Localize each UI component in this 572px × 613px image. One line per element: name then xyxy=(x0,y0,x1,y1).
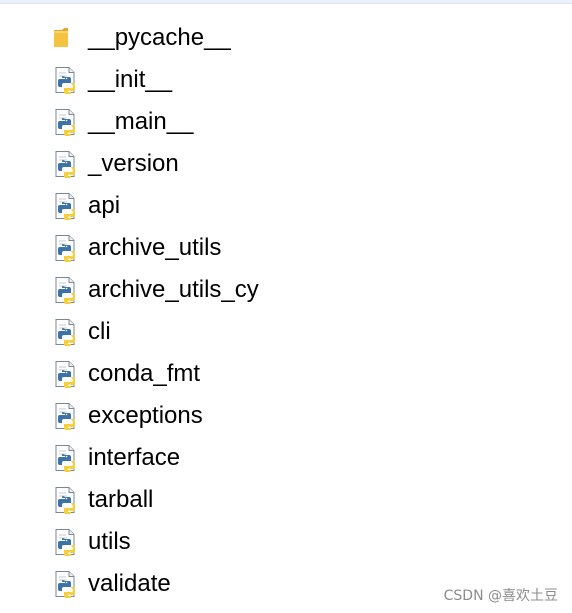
file-item-api[interactable]: api xyxy=(0,185,572,227)
python-file-icon xyxy=(52,234,80,262)
file-name-label: _version xyxy=(88,150,179,177)
file-name-label: interface xyxy=(88,444,181,471)
folder-icon xyxy=(52,24,80,52)
file-name-label: validate xyxy=(88,570,171,597)
file-name-label: archive_utils_cy xyxy=(88,276,259,303)
file-item-utils[interactable]: utils xyxy=(0,521,572,563)
file-item-pycache[interactable]: __pycache__ xyxy=(0,17,572,59)
watermark: CSDN @喜欢土豆 xyxy=(443,588,558,604)
file-item-version[interactable]: _version xyxy=(0,143,572,185)
file-name-label: __init__ xyxy=(88,66,173,93)
file-name-label: exceptions xyxy=(88,402,203,429)
python-file-icon xyxy=(52,150,80,178)
python-file-icon xyxy=(52,444,80,472)
file-name-label: __main__ xyxy=(88,108,194,135)
python-file-icon xyxy=(52,192,80,220)
file-item-cli[interactable]: cli xyxy=(0,311,572,353)
python-file-icon xyxy=(52,528,80,556)
file-name-label: utils xyxy=(88,528,131,555)
file-item-archive-utils-cy[interactable]: archive_utils_cy xyxy=(0,269,572,311)
file-item-archive-utils[interactable]: archive_utils xyxy=(0,227,572,269)
python-file-icon xyxy=(52,276,80,304)
python-file-icon xyxy=(52,318,80,346)
file-name-label: tarball xyxy=(88,486,154,513)
file-item-init[interactable]: __init__ xyxy=(0,59,572,101)
file-name-label: cli xyxy=(88,318,111,345)
python-file-icon xyxy=(52,66,80,94)
file-list: __pycache__ __init__ __main__ _versionapi ar… xyxy=(0,17,572,605)
file-item-tarball[interactable]: tarball xyxy=(0,479,572,521)
file-item-conda-fmt[interactable]: conda_fmt xyxy=(0,353,572,395)
file-item-interface[interactable]: interface xyxy=(0,437,572,479)
file-item-main[interactable]: __main__ xyxy=(0,101,572,143)
window-top-border xyxy=(0,0,572,4)
python-file-icon xyxy=(52,360,80,388)
python-file-icon xyxy=(52,402,80,430)
file-name-label: conda_fmt xyxy=(88,360,201,387)
file-name-label: archive_utils xyxy=(88,234,222,261)
file-name-label: api xyxy=(88,192,121,219)
python-file-icon xyxy=(52,108,80,136)
python-file-icon xyxy=(52,570,80,598)
python-file-icon xyxy=(52,486,80,514)
file-name-label: __pycache__ xyxy=(88,24,231,51)
file-item-exceptions[interactable]: exceptions xyxy=(0,395,572,437)
